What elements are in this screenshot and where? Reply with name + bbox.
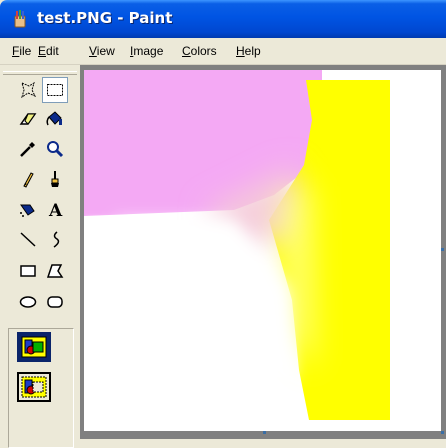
rectangle-select-icon <box>47 84 63 96</box>
transparent-selection-option[interactable] <box>17 372 51 402</box>
title-bar[interactable]: test.PNG - Paint <box>0 0 446 38</box>
tool-fill[interactable] <box>42 106 68 132</box>
drawing-canvas[interactable] <box>84 70 441 431</box>
tool-eraser[interactable] <box>15 106 41 132</box>
magnifier-icon <box>47 141 64 158</box>
menu-colors[interactable]: Colors <box>182 44 217 58</box>
menu-bar: File Edit View Image Colors Help <box>0 38 446 65</box>
eraser-icon <box>19 113 37 125</box>
canvas-workspace[interactable] <box>80 65 446 439</box>
paint-brush-cup-icon <box>14 10 26 28</box>
tool-airbrush[interactable] <box>15 196 41 222</box>
opaque-selection-option[interactable] <box>17 332 51 362</box>
menu-view[interactable]: View <box>89 44 115 58</box>
tool-pick-color[interactable] <box>15 136 41 162</box>
resize-handle-bottom[interactable] <box>263 431 266 434</box>
menu-edit[interactable]: Edit <box>38 44 59 58</box>
tool-ellipse[interactable] <box>15 289 41 315</box>
tool-box: A <box>0 65 80 448</box>
tool-magnifier[interactable] <box>42 136 68 162</box>
rectangle-icon <box>20 265 36 277</box>
curve-icon <box>53 231 60 248</box>
tool-free-form-select[interactable] <box>15 77 41 103</box>
menu-file[interactable]: File <box>12 44 31 58</box>
opaque-selection-icon <box>21 336 47 358</box>
rounded-rectangle-icon <box>47 296 63 308</box>
tool-rectangle[interactable] <box>15 258 41 284</box>
tool-rounded-rectangle[interactable] <box>42 289 68 315</box>
resize-handle-right[interactable] <box>441 248 444 251</box>
window-title: test.PNG - Paint <box>37 9 173 27</box>
tool-polygon[interactable] <box>42 258 68 284</box>
line-icon <box>20 232 36 247</box>
svg-text:A: A <box>48 201 63 219</box>
polygon-icon <box>46 264 64 278</box>
menu-image[interactable]: Image <box>130 44 163 58</box>
color-picker-icon <box>20 142 35 157</box>
tool-brush[interactable] <box>42 166 68 192</box>
free-form-select-icon <box>21 81 37 99</box>
ellipse-icon <box>19 296 37 308</box>
fill-bucket-icon <box>46 111 62 126</box>
tool-pencil[interactable] <box>15 166 41 192</box>
transparent-selection-icon <box>21 376 47 398</box>
menu-help[interactable]: Help <box>236 44 261 58</box>
tool-curve[interactable] <box>42 226 68 252</box>
tool-text[interactable]: A <box>42 196 68 222</box>
pencil-icon <box>23 172 34 188</box>
canvas-image <box>84 70 441 431</box>
tool-rectangle-select[interactable] <box>42 77 68 103</box>
toolbox-grip <box>3 71 77 75</box>
tool-line[interactable] <box>15 226 41 252</box>
brush-icon <box>51 171 59 187</box>
resize-handle-corner[interactable] <box>441 431 444 434</box>
text-icon: A <box>48 201 63 219</box>
airbrush-icon <box>20 204 35 217</box>
